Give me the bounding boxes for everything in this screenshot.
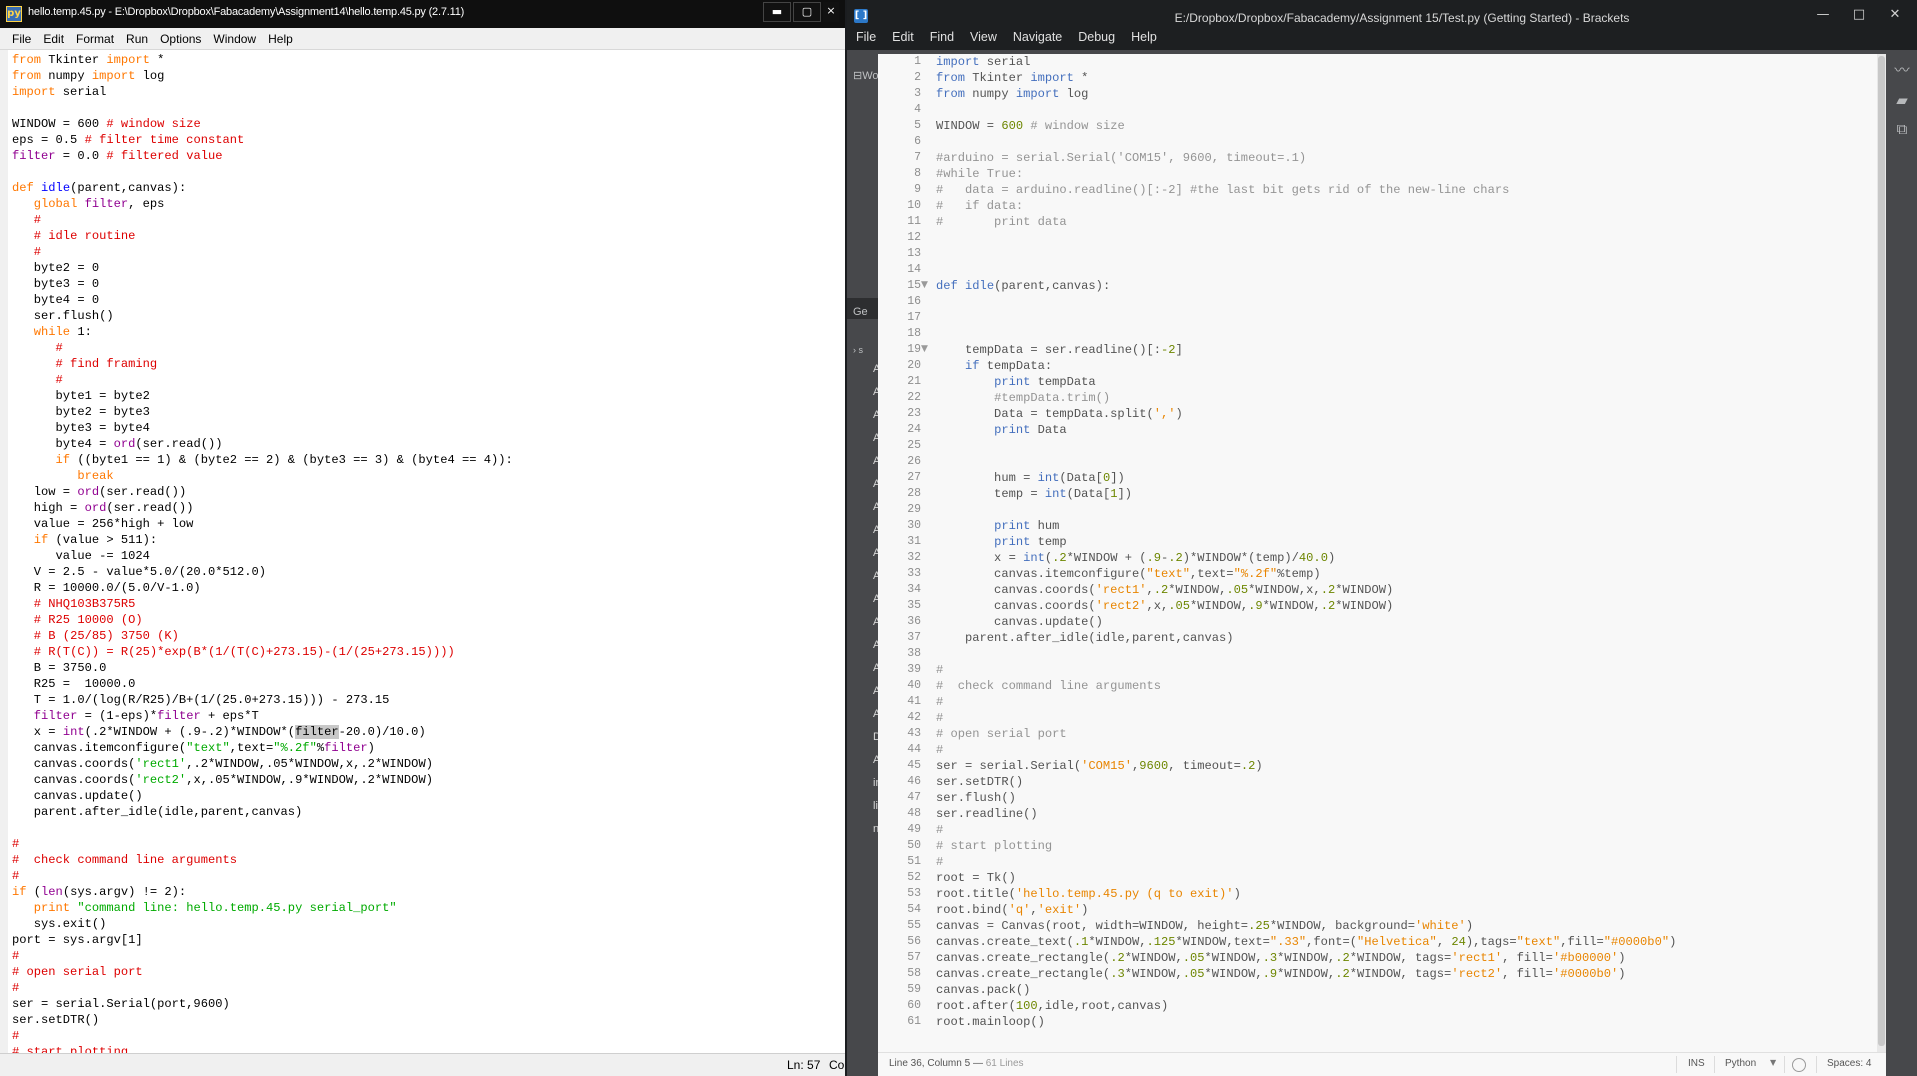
- idle-menu-format[interactable]: Format: [70, 28, 120, 49]
- status-separator: [1714, 1056, 1715, 1073]
- idle-menu-options[interactable]: Options: [154, 28, 207, 49]
- idle-menu-window[interactable]: Window: [207, 28, 262, 49]
- scrollbar-thumb[interactable]: [1878, 56, 1885, 1046]
- extension-manager-icon[interactable]: ▰: [1893, 91, 1911, 109]
- linter-status-icon[interactable]: [1792, 1058, 1806, 1072]
- brackets-menu-view[interactable]: View: [962, 28, 1005, 50]
- fold-arrow-icon[interactable]: ▼: [921, 344, 929, 354]
- line-numbers: 1 2 3 4 5 6 7 8 9 10 11 12 13 14 15 16 1…: [907, 55, 921, 1028]
- idle-minimize-button[interactable]: ▬: [763, 2, 791, 22]
- status-separator: [1816, 1056, 1817, 1073]
- chevron-down-icon[interactable]: ▼: [1770, 1058, 1776, 1067]
- layers-icon[interactable]: ⧉: [1893, 120, 1911, 138]
- folder-arrow-icon[interactable]: › s: [853, 345, 863, 355]
- idle-titlebar[interactable]: py hello.temp.45.py - E:\Dropbox\Dropbox…: [0, 0, 845, 28]
- brackets-right-toolbar: 〰 ▰ ⧉: [1886, 50, 1917, 1076]
- live-preview-icon[interactable]: 〰: [1893, 61, 1911, 79]
- insert-mode-toggle[interactable]: INS: [1688, 1058, 1705, 1069]
- brackets-close-button[interactable]: ✕: [1877, 6, 1913, 26]
- brackets-menu-help[interactable]: Help: [1123, 28, 1165, 50]
- status-separator: [1676, 1056, 1677, 1073]
- cursor-position-text: Line 36, Column 5: [889, 1058, 971, 1069]
- idle-status-col: Col: 0: [829, 1058, 845, 1072]
- brackets-window: [ ] E:/Dropbox/Dropbox/Fabacademy/Assign…: [847, 0, 1917, 1076]
- brackets-window-title: E:/Dropbox/Dropbox/Fabacademy/Assignment…: [1174, 11, 1630, 25]
- brackets-code-editor[interactable]: 1 2 3 4 5 6 7 8 9 10 11 12 13 14 15 16 1…: [878, 54, 1877, 1052]
- cursor-position[interactable]: Line 36, Column 5 — 61 Lines: [889, 1058, 1024, 1069]
- idle-menu-run[interactable]: Run: [120, 28, 154, 49]
- language-selector[interactable]: Python: [1725, 1058, 1756, 1069]
- idle-code-text[interactable]: from Tkinter import * from numpy import …: [8, 50, 845, 1053]
- idle-menu-edit[interactable]: Edit: [37, 28, 70, 49]
- idle-window: py hello.temp.45.py - E:\Dropbox\Dropbox…: [0, 0, 845, 1076]
- brackets-minimize-button[interactable]: —: [1805, 6, 1841, 26]
- idle-menubar: File Edit Format Run Options Window Help: [0, 28, 845, 50]
- working-files-header[interactable]: ⊟Wo: [853, 69, 878, 82]
- status-separator: [1784, 1056, 1785, 1073]
- idle-close-button[interactable]: ×: [823, 2, 839, 22]
- brackets-menu-debug[interactable]: Debug: [1070, 28, 1123, 50]
- idle-menu-file[interactable]: File: [6, 28, 37, 49]
- brackets-menu-navigate[interactable]: Navigate: [1005, 28, 1070, 50]
- brackets-menu-edit[interactable]: Edit: [884, 28, 922, 50]
- idle-code-editor[interactable]: from Tkinter import * from numpy import …: [8, 50, 845, 1053]
- idle-menu-help[interactable]: Help: [262, 28, 299, 49]
- idle-maximize-button[interactable]: ▢: [793, 2, 821, 22]
- editor-vertical-scrollbar[interactable]: [1877, 54, 1886, 1052]
- brackets-maximize-button[interactable]: □: [1841, 6, 1877, 26]
- brackets-menu-file[interactable]: File: [854, 28, 884, 50]
- idle-status-line: Ln: 57: [787, 1058, 821, 1072]
- idle-statusbar: Ln: 57 Col: 0: [0, 1053, 845, 1076]
- brackets-code-area[interactable]: import serial from Tkinter import * from…: [936, 54, 1871, 1052]
- indent-spaces-setting[interactable]: Spaces: 4: [1827, 1058, 1871, 1069]
- python-app-icon: py: [6, 6, 22, 22]
- brackets-sidebar: ⊟Wo Ge › s A A A A A A A A A A A A A A A…: [847, 50, 878, 1076]
- brackets-menubar: File Edit Find View Navigate Debug Help: [847, 28, 1917, 50]
- fold-arrow-icon[interactable]: ▼: [921, 280, 929, 290]
- brackets-statusbar: Line 36, Column 5 — 61 Lines INS Python …: [878, 1052, 1886, 1076]
- brackets-code-text[interactable]: import serial from Tkinter import * from…: [936, 54, 1871, 1030]
- line-number-gutter: 1 2 3 4 5 6 7 8 9 10 11 12 13 14 15 16 1…: [878, 54, 928, 1052]
- brackets-menu-find[interactable]: Find: [922, 28, 962, 50]
- idle-window-title: hello.temp.45.py - E:\Dropbox\Dropbox\Fa…: [28, 6, 465, 18]
- project-header[interactable]: Ge: [853, 306, 868, 318]
- line-count: 61 Lines: [985, 1058, 1024, 1069]
